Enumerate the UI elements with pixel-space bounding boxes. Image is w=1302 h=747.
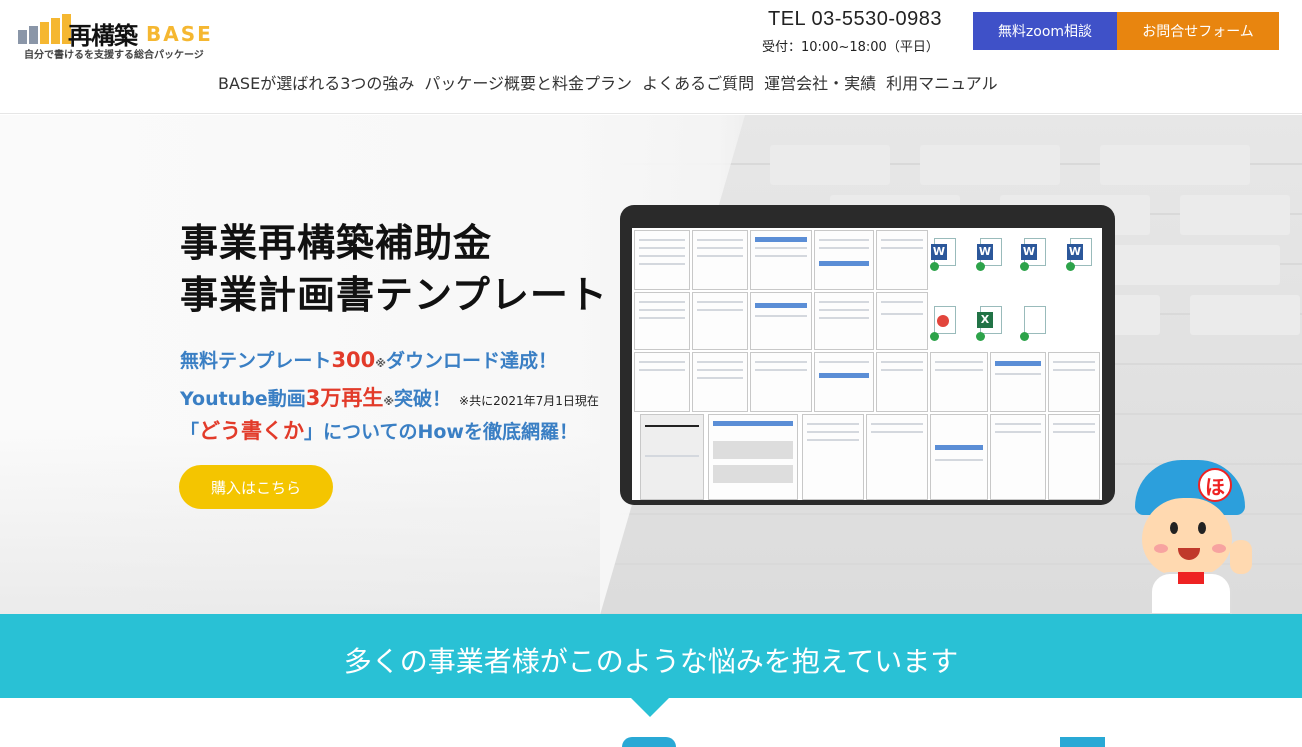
logo-tagline: 自分で書けるを支援する総合パッケージ [24, 50, 204, 61]
logo-base-text: BASE [146, 22, 213, 46]
nav-item-faq[interactable]: よくあるご質問 [642, 70, 754, 94]
site-logo[interactable]: 再構築 BASE 自分で書けるを支援する総合パッケージ [18, 10, 248, 61]
phone-number[interactable]: TEL 03-5530-0983 [768, 8, 942, 31]
section-decor-left [622, 737, 676, 747]
banner-down-arrow-icon [631, 698, 669, 717]
hero-title: 事業再構築補助金 事業計画書テンプレート [180, 221, 608, 317]
nav-item-package-pricing[interactable]: パッケージ概要と料金プラン [424, 70, 632, 94]
banner-heading: 多くの事業者様がこのような悩みを抱えています [343, 645, 959, 678]
section-decor-right [1060, 737, 1105, 747]
laptop-screen-templates [632, 228, 1102, 500]
hero-how-to: 「どう書くか」についてのHowを徹底網羅！ [180, 419, 578, 443]
contact-form-button[interactable]: お問合せフォーム [1117, 12, 1279, 50]
problem-banner: 多くの事業者様がこのような悩みを抱えています [0, 614, 1302, 698]
mascot-character-image: ほ [1130, 460, 1260, 615]
cap-logo-icon: ほ [1198, 468, 1232, 502]
hero-stat-youtube: Youtube動画3万再生※突破！ ※共に2021年7月1日現在 [180, 386, 599, 410]
zoom-consult-button[interactable]: 無料zoom相談 [973, 12, 1117, 50]
nav-item-manual[interactable]: 利用マニュアル [886, 70, 998, 94]
nav-item-company[interactable]: 運営会社・実績 [764, 70, 876, 94]
main-nav: BASEが選ばれる3つの強み パッケージ概要と料金プラン よくあるご質問 運営会… [218, 70, 1118, 94]
nav-item-strengths[interactable]: BASEが選ばれる3つの強み [218, 70, 414, 94]
buy-button[interactable]: 購入はこちら [179, 465, 333, 509]
desk-photo-shade [0, 435, 600, 615]
site-header: 再構築 BASE 自分で書けるを支援する総合パッケージ TEL 03-5530-… [0, 0, 1302, 114]
hero-stat-downloads: 無料テンプレート300※ダウンロード達成！ [180, 348, 557, 372]
business-hours: 受付：10:00~18:00（平日） [762, 40, 939, 55]
